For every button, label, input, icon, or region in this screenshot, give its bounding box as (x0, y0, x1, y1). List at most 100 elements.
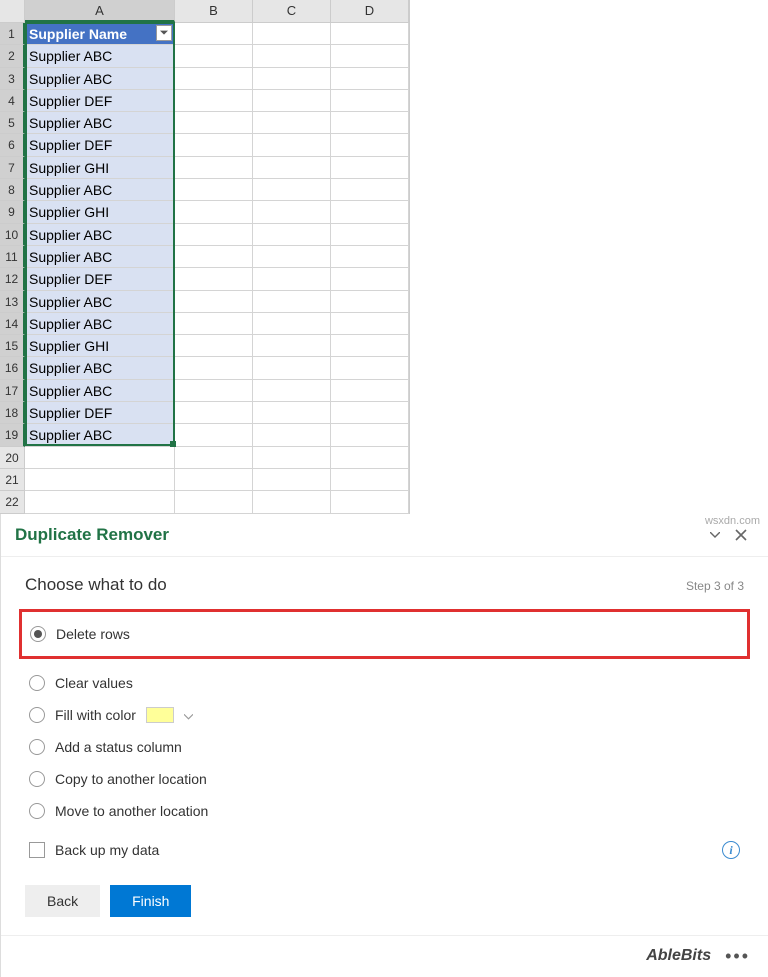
color-swatch[interactable] (146, 707, 174, 723)
data-cell[interactable] (25, 447, 175, 469)
info-icon[interactable]: i (722, 841, 740, 859)
data-cell[interactable]: Supplier ABC (25, 68, 175, 90)
empty-cell[interactable] (175, 268, 253, 290)
empty-cell[interactable] (175, 313, 253, 335)
empty-cell[interactable] (331, 447, 409, 469)
empty-cell[interactable] (331, 45, 409, 67)
empty-cell[interactable] (331, 313, 409, 335)
select-all-corner[interactable] (0, 0, 25, 22)
row-header[interactable]: 2 (0, 45, 25, 67)
option-clear-values[interactable]: Clear values (25, 667, 744, 699)
empty-cell[interactable] (175, 224, 253, 246)
empty-cell[interactable] (253, 424, 331, 446)
empty-cell[interactable] (253, 224, 331, 246)
empty-cell[interactable] (175, 68, 253, 90)
empty-cell[interactable] (175, 357, 253, 379)
row-header[interactable]: 1 (0, 23, 25, 45)
empty-cell[interactable] (253, 291, 331, 313)
empty-cell[interactable] (331, 491, 409, 513)
data-cell[interactable]: Supplier DEF (25, 90, 175, 112)
empty-cell[interactable] (253, 380, 331, 402)
empty-cell[interactable] (175, 201, 253, 223)
empty-cell[interactable] (253, 157, 331, 179)
option-move-location[interactable]: Move to another location (25, 795, 744, 827)
row-header[interactable]: 5 (0, 112, 25, 134)
empty-cell[interactable] (253, 447, 331, 469)
row-header[interactable]: 19 (0, 424, 25, 446)
empty-cell[interactable] (253, 402, 331, 424)
empty-cell[interactable] (175, 491, 253, 513)
empty-cell[interactable] (175, 447, 253, 469)
option-fill-color[interactable]: Fill with color (25, 699, 744, 731)
finish-button[interactable]: Finish (110, 885, 191, 917)
data-cell[interactable]: Supplier ABC (25, 45, 175, 67)
row-header[interactable]: 22 (0, 491, 25, 513)
row-header[interactable]: 4 (0, 90, 25, 112)
empty-cell[interactable] (331, 402, 409, 424)
empty-cell[interactable] (175, 23, 253, 45)
row-header[interactable]: 11 (0, 246, 25, 268)
row-header[interactable]: 8 (0, 179, 25, 201)
data-cell[interactable]: Supplier ABC (25, 313, 175, 335)
data-cell[interactable]: Supplier ABC (25, 179, 175, 201)
row-header[interactable]: 16 (0, 357, 25, 379)
empty-cell[interactable] (175, 380, 253, 402)
filter-dropdown-icon[interactable] (156, 25, 172, 41)
col-header-c[interactable]: C (253, 0, 331, 22)
data-cell[interactable]: Supplier DEF (25, 402, 175, 424)
row-header[interactable]: 14 (0, 313, 25, 335)
empty-cell[interactable] (175, 90, 253, 112)
empty-cell[interactable] (331, 179, 409, 201)
empty-cell[interactable] (253, 201, 331, 223)
row-header[interactable]: 7 (0, 157, 25, 179)
empty-cell[interactable] (331, 134, 409, 156)
table-header-cell[interactable]: Supplier Name (25, 23, 175, 45)
row-header[interactable]: 12 (0, 268, 25, 290)
empty-cell[interactable] (331, 157, 409, 179)
empty-cell[interactable] (331, 357, 409, 379)
empty-cell[interactable] (331, 224, 409, 246)
data-cell[interactable]: Supplier DEF (25, 134, 175, 156)
option-delete-rows[interactable]: Delete rows (26, 618, 743, 650)
empty-cell[interactable] (331, 268, 409, 290)
data-cell[interactable]: Supplier GHI (25, 335, 175, 357)
data-cell[interactable] (25, 469, 175, 491)
data-cell[interactable]: Supplier ABC (25, 224, 175, 246)
col-header-a[interactable]: A (25, 0, 175, 22)
row-header[interactable]: 17 (0, 380, 25, 402)
empty-cell[interactable] (253, 112, 331, 134)
empty-cell[interactable] (331, 469, 409, 491)
empty-cell[interactable] (253, 134, 331, 156)
empty-cell[interactable] (175, 134, 253, 156)
data-cell[interactable]: Supplier ABC (25, 246, 175, 268)
empty-cell[interactable] (175, 246, 253, 268)
empty-cell[interactable] (331, 291, 409, 313)
data-cell[interactable]: Supplier ABC (25, 112, 175, 134)
empty-cell[interactable] (175, 157, 253, 179)
empty-cell[interactable] (253, 45, 331, 67)
empty-cell[interactable] (175, 45, 253, 67)
empty-cell[interactable] (175, 335, 253, 357)
back-button[interactable]: Back (25, 885, 100, 917)
empty-cell[interactable] (175, 112, 253, 134)
col-header-b[interactable]: B (175, 0, 253, 22)
empty-cell[interactable] (175, 424, 253, 446)
empty-cell[interactable] (175, 469, 253, 491)
row-header[interactable]: 3 (0, 68, 25, 90)
empty-cell[interactable] (253, 313, 331, 335)
row-header[interactable]: 20 (0, 447, 25, 469)
empty-cell[interactable] (331, 201, 409, 223)
empty-cell[interactable] (331, 68, 409, 90)
row-header[interactable]: 13 (0, 291, 25, 313)
empty-cell[interactable] (253, 268, 331, 290)
data-cell[interactable]: Supplier ABC (25, 424, 175, 446)
empty-cell[interactable] (253, 246, 331, 268)
empty-cell[interactable] (331, 23, 409, 45)
empty-cell[interactable] (253, 179, 331, 201)
row-header[interactable]: 9 (0, 201, 25, 223)
backup-checkbox-row[interactable]: Back up my data i (25, 833, 744, 867)
empty-cell[interactable] (331, 112, 409, 134)
empty-cell[interactable] (175, 291, 253, 313)
empty-cell[interactable] (253, 23, 331, 45)
empty-cell[interactable] (253, 90, 331, 112)
